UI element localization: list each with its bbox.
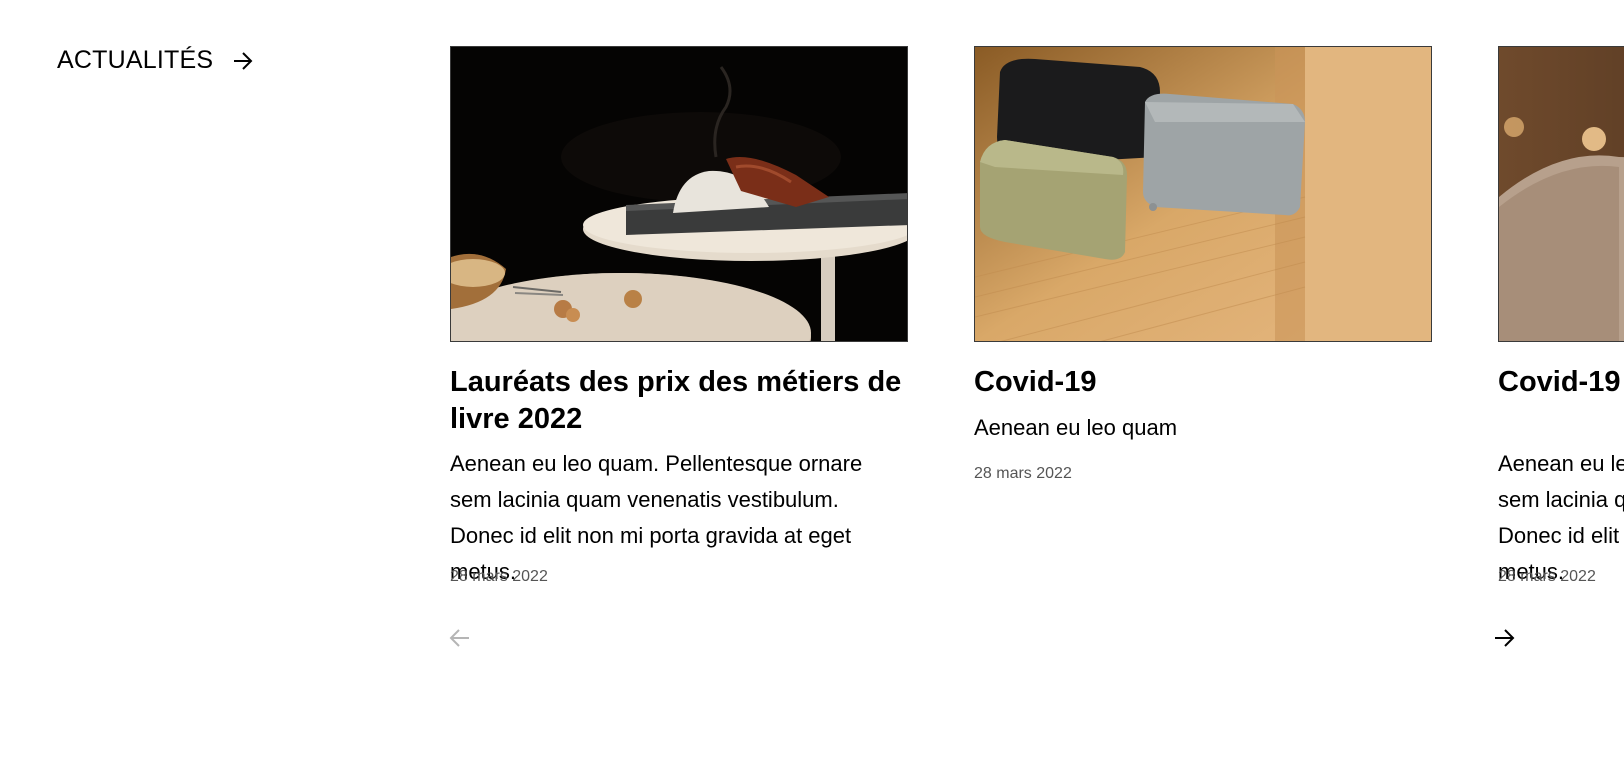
news-carousel: Lauréats des prix des métiers de livre 2… [450,46,1624,666]
news-card-image[interactable] [450,46,908,342]
news-card-image[interactable] [974,46,1432,342]
arrow-right-icon [1494,628,1520,648]
news-card-title[interactable]: Covid-19 [974,364,1432,401]
arrow-right-icon [233,51,253,70]
news-card-date: 28 mars 2022 [450,568,548,585]
arrow-left-icon [448,628,474,648]
carousel-next-button[interactable] [1494,628,1520,652]
section-title-link[interactable]: ACTUALITÉS [57,46,253,75]
news-card[interactable]: Covid-19 Aenean eu leo quam 28 mars 2022 [974,46,1432,482]
news-card-excerpt: Aenean eu leo quam [974,415,1178,440]
news-card[interactable]: Covid-19 vaccination Aenean eu leo quam.… [1498,46,1624,585]
news-card-date: 28 mars 2022 [1498,568,1596,585]
section-title: ACTUALITÉS [57,46,214,74]
news-card[interactable]: Lauréats des prix des métiers de livre 2… [450,46,908,585]
news-card-title[interactable]: Covid-19 vaccination [1498,364,1624,401]
news-card-title[interactable]: Lauréats des prix des métiers de livre 2… [450,364,908,438]
news-card-date: 28 mars 2022 [974,465,1072,482]
carousel-prev-button[interactable] [448,628,474,652]
news-card-image[interactable] [1498,46,1624,342]
carousel-track: Lauréats des prix des métiers de livre 2… [450,46,1624,666]
